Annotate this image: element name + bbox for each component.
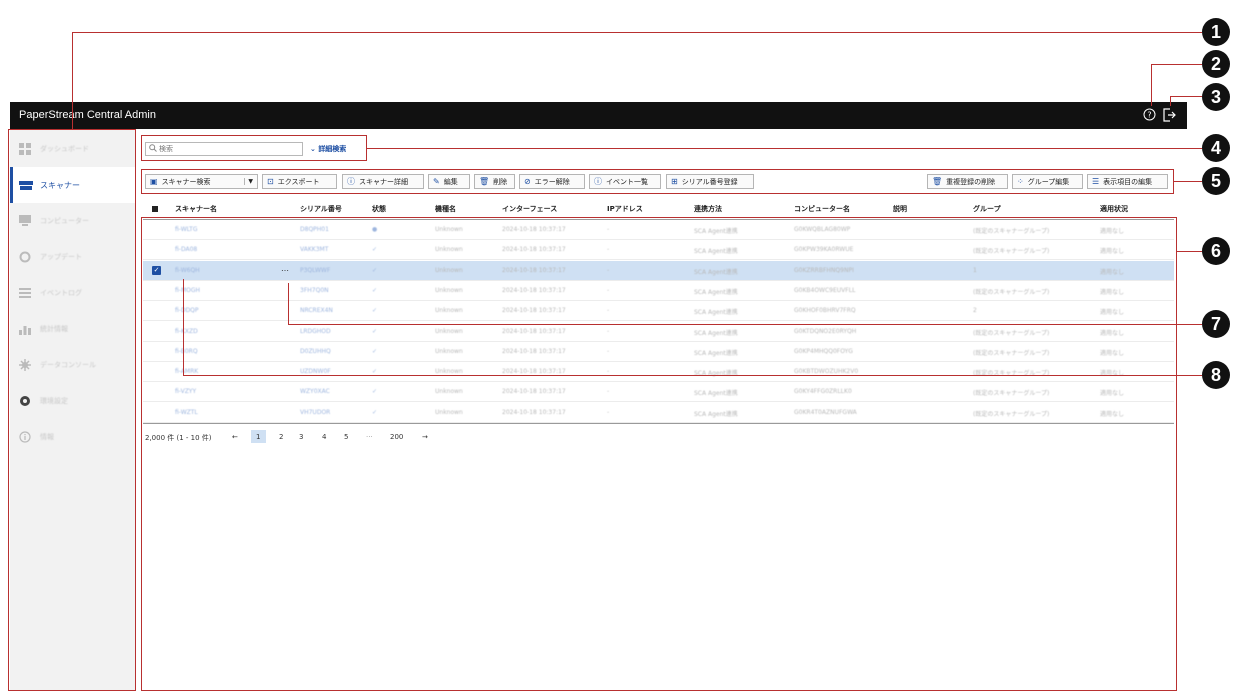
logout-icon[interactable] [1162,108,1176,126]
callout-badge-6: 6 [1202,237,1230,265]
callout-badge-4: 4 [1202,134,1230,162]
column-header[interactable]: IPアドレス [607,204,643,214]
callout-badge-5: 5 [1202,167,1230,195]
callout-line-1 [72,32,73,130]
callout-frame-table [141,217,1177,691]
column-header[interactable]: 連携方法 [694,204,722,214]
column-header[interactable]: シリアル番号 [300,204,342,214]
column-header[interactable]: 適用状況 [1100,204,1128,214]
callout-line-6 [1177,251,1202,252]
callout-line-1 [72,32,1202,33]
callout-frame-toolbar [141,169,1174,194]
column-header[interactable]: 状態 [372,204,386,214]
callout-line-3 [1170,96,1202,97]
column-header[interactable]: コンピューター名 [794,204,850,214]
column-header[interactable]: インターフェース [502,204,557,214]
callout-line-2 [1151,64,1202,65]
callout-line-4 [367,148,1202,149]
page: PaperStream Central Admin ? ダッシュボード スキャナ… [0,0,1235,691]
title-bar: PaperStream Central Admin ? [10,102,1187,129]
callout-line-2 [1151,64,1152,106]
help-icon[interactable]: ? [1143,108,1156,125]
column-header[interactable]: グループ [973,204,1001,214]
column-header[interactable]: 説明 [893,204,907,214]
app-title: PaperStream Central Admin [19,109,156,121]
callout-line-3 [1170,96,1171,106]
callout-badge-3: 3 [1202,83,1230,111]
callout-badge-7: 7 [1202,310,1230,338]
select-all-checkbox[interactable] [152,206,158,212]
callout-badge-1: 1 [1202,18,1230,46]
callout-line-5 [1174,181,1202,182]
svg-text:?: ? [1147,111,1151,120]
callout-frame-search [141,135,367,161]
callout-line-7 [288,324,1202,325]
column-header[interactable]: スキャナー名 [175,204,217,214]
callout-badge-8: 8 [1202,361,1230,389]
callout-line-7 [288,283,289,324]
callout-line-8 [183,279,184,375]
callout-line-8 [183,375,1202,376]
column-header[interactable]: 機種名 [435,204,456,214]
callout-frame-sidebar [8,129,136,691]
callout-badge-2: 2 [1202,50,1230,78]
